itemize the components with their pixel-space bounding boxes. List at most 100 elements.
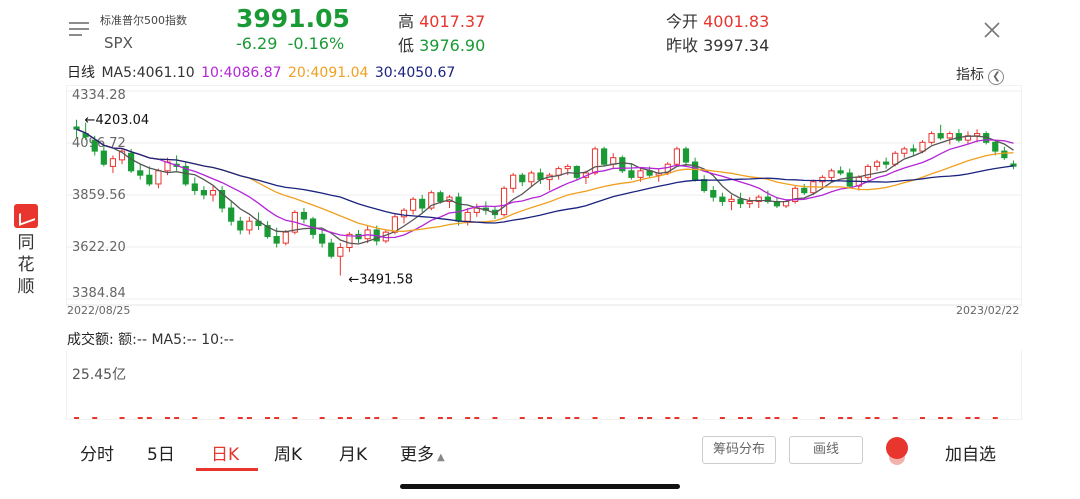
candle-body: [673, 148, 680, 165]
candle-body: [873, 161, 881, 167]
change-percent: -0.16%: [287, 34, 345, 53]
stock-detail-screen: 同 花 顺 标准普尔500指数 SPX 3991.05 -6.29 -0.16%…: [0, 0, 1080, 499]
open-value: 4001.83: [703, 12, 770, 31]
caret-up-icon: ▲: [437, 452, 445, 463]
candle-body: [1001, 150, 1008, 159]
candle-body: [919, 141, 926, 152]
candle-body: [100, 150, 107, 165]
ma20-value: 20:4091.04: [287, 65, 369, 81]
x-end-date: 2023/02/22: [956, 304, 1020, 317]
low-row: 低 3976.90: [398, 32, 485, 56]
candle-body: [246, 220, 253, 231]
volume-title: 成交额: 额:-- MA5:-- 10:--: [67, 329, 234, 349]
candle-body: [437, 192, 444, 202]
drawing-tool-icon[interactable]: [886, 437, 908, 459]
candle-body: [419, 198, 426, 209]
ma5-line: [76, 128, 1014, 245]
low-value: 3976.90: [419, 36, 486, 55]
candle-body: [128, 152, 135, 172]
candle-body: [237, 220, 244, 231]
change-value: -6.29: [236, 34, 278, 53]
candle-body: [728, 198, 735, 202]
tab-intraday[interactable]: 分时: [80, 440, 114, 465]
menu-icon[interactable]: [68, 20, 90, 38]
candle-body: [846, 172, 853, 187]
ma10-line: [76, 128, 1014, 239]
candle-body: [628, 170, 635, 178]
chevron-right-circle-icon: ❮: [988, 69, 1005, 85]
y-tick-label: 4334.28: [72, 88, 126, 103]
ma10-value: 10:4086.87: [201, 65, 282, 81]
low-label: 低: [398, 36, 415, 55]
candle-body: [701, 179, 708, 192]
candle-body: [746, 200, 753, 205]
candle-body: [883, 161, 890, 165]
brand-sidebar[interactable]: 同 花 顺: [0, 194, 52, 298]
candle-body: [146, 174, 153, 185]
candle-body: [892, 152, 899, 165]
add-favorite-button[interactable]: 加自选: [945, 440, 996, 465]
high-label: 高: [398, 12, 415, 31]
candle-body: [319, 233, 326, 244]
candle-body: [200, 190, 207, 196]
home-indicator: [400, 484, 680, 489]
candle-body: [973, 133, 981, 137]
candle-body: [555, 168, 562, 176]
ma5-value: MA5:4061.10: [101, 65, 195, 81]
prev-close-row: 昨收 3997.34: [666, 32, 769, 56]
candle-body: [682, 148, 690, 163]
high-row: 高 4017.37: [398, 8, 485, 32]
candle-body: [109, 158, 117, 167]
indicator-button[interactable]: 指标 ❮: [956, 64, 1005, 85]
price-change: -6.29 -0.16%: [236, 34, 344, 53]
active-tab-indicator: [196, 468, 258, 471]
draw-line-button[interactable]: 画线: [789, 436, 863, 464]
candlestick-chart[interactable]: 4334.284096.723859.563622.203384.84 ←420…: [66, 85, 1022, 317]
chip-distribution-button[interactable]: 筹码分布: [702, 436, 776, 464]
index-name: 标准普尔500指数: [100, 14, 187, 27]
candle-body: [328, 242, 335, 257]
candle-body: [455, 196, 462, 222]
candle-body: [937, 133, 944, 139]
open-row: 今开 4001.83: [666, 8, 769, 32]
ma-legend: 日线 MA5:4061.10 10:4086.87 20:4091.04 30:…: [67, 62, 457, 82]
candle-body: [137, 170, 144, 176]
indicator-label: 指标: [956, 67, 984, 83]
candle-body: [382, 231, 389, 242]
brand-logo-icon: [14, 204, 38, 228]
current-price: 3991.05: [236, 4, 350, 33]
tab-more[interactable]: 更多 ▲: [400, 440, 445, 465]
tab-weekly-k[interactable]: 周K: [274, 440, 302, 465]
candle-body: [710, 190, 717, 198]
candle-body: [564, 165, 571, 170]
candle-body: [73, 126, 80, 130]
candle-body: [801, 187, 808, 194]
y-tick-label: 3384.84: [72, 286, 126, 301]
min-price-annotation: ←3491.58: [348, 273, 413, 288]
prev-close-value: 3997.34: [703, 36, 770, 55]
candle-body: [928, 133, 935, 143]
candle-body: [91, 139, 98, 152]
volume-chart[interactable]: [66, 350, 1022, 420]
period-label: 日线: [67, 65, 95, 81]
max-price-annotation: ←4203.04: [85, 113, 150, 128]
candle-body: [410, 198, 417, 211]
candle-body: [500, 187, 508, 216]
y-tick-label: 3859.56: [72, 188, 126, 203]
tab-daily-k[interactable]: 日K: [211, 440, 239, 465]
candle-body: [528, 172, 535, 183]
tab-5day[interactable]: 5日: [147, 440, 175, 465]
candle-body: [573, 165, 580, 178]
candle-body: [828, 170, 835, 178]
tab-monthly-k[interactable]: 月K: [339, 440, 367, 465]
volume-title-label: 成交额:: [67, 332, 114, 348]
y-tick-label: 3622.20: [72, 240, 126, 255]
ma30-value: 30:4050.67: [374, 65, 456, 81]
candle-body: [992, 141, 999, 152]
volume-title-value: 额:-- MA5:-- 10:--: [118, 332, 234, 348]
candle-body: [946, 133, 953, 139]
candle-body: [601, 148, 608, 165]
candle-body: [610, 157, 617, 165]
candle-body: [464, 211, 471, 222]
close-icon[interactable]: [982, 20, 1002, 40]
